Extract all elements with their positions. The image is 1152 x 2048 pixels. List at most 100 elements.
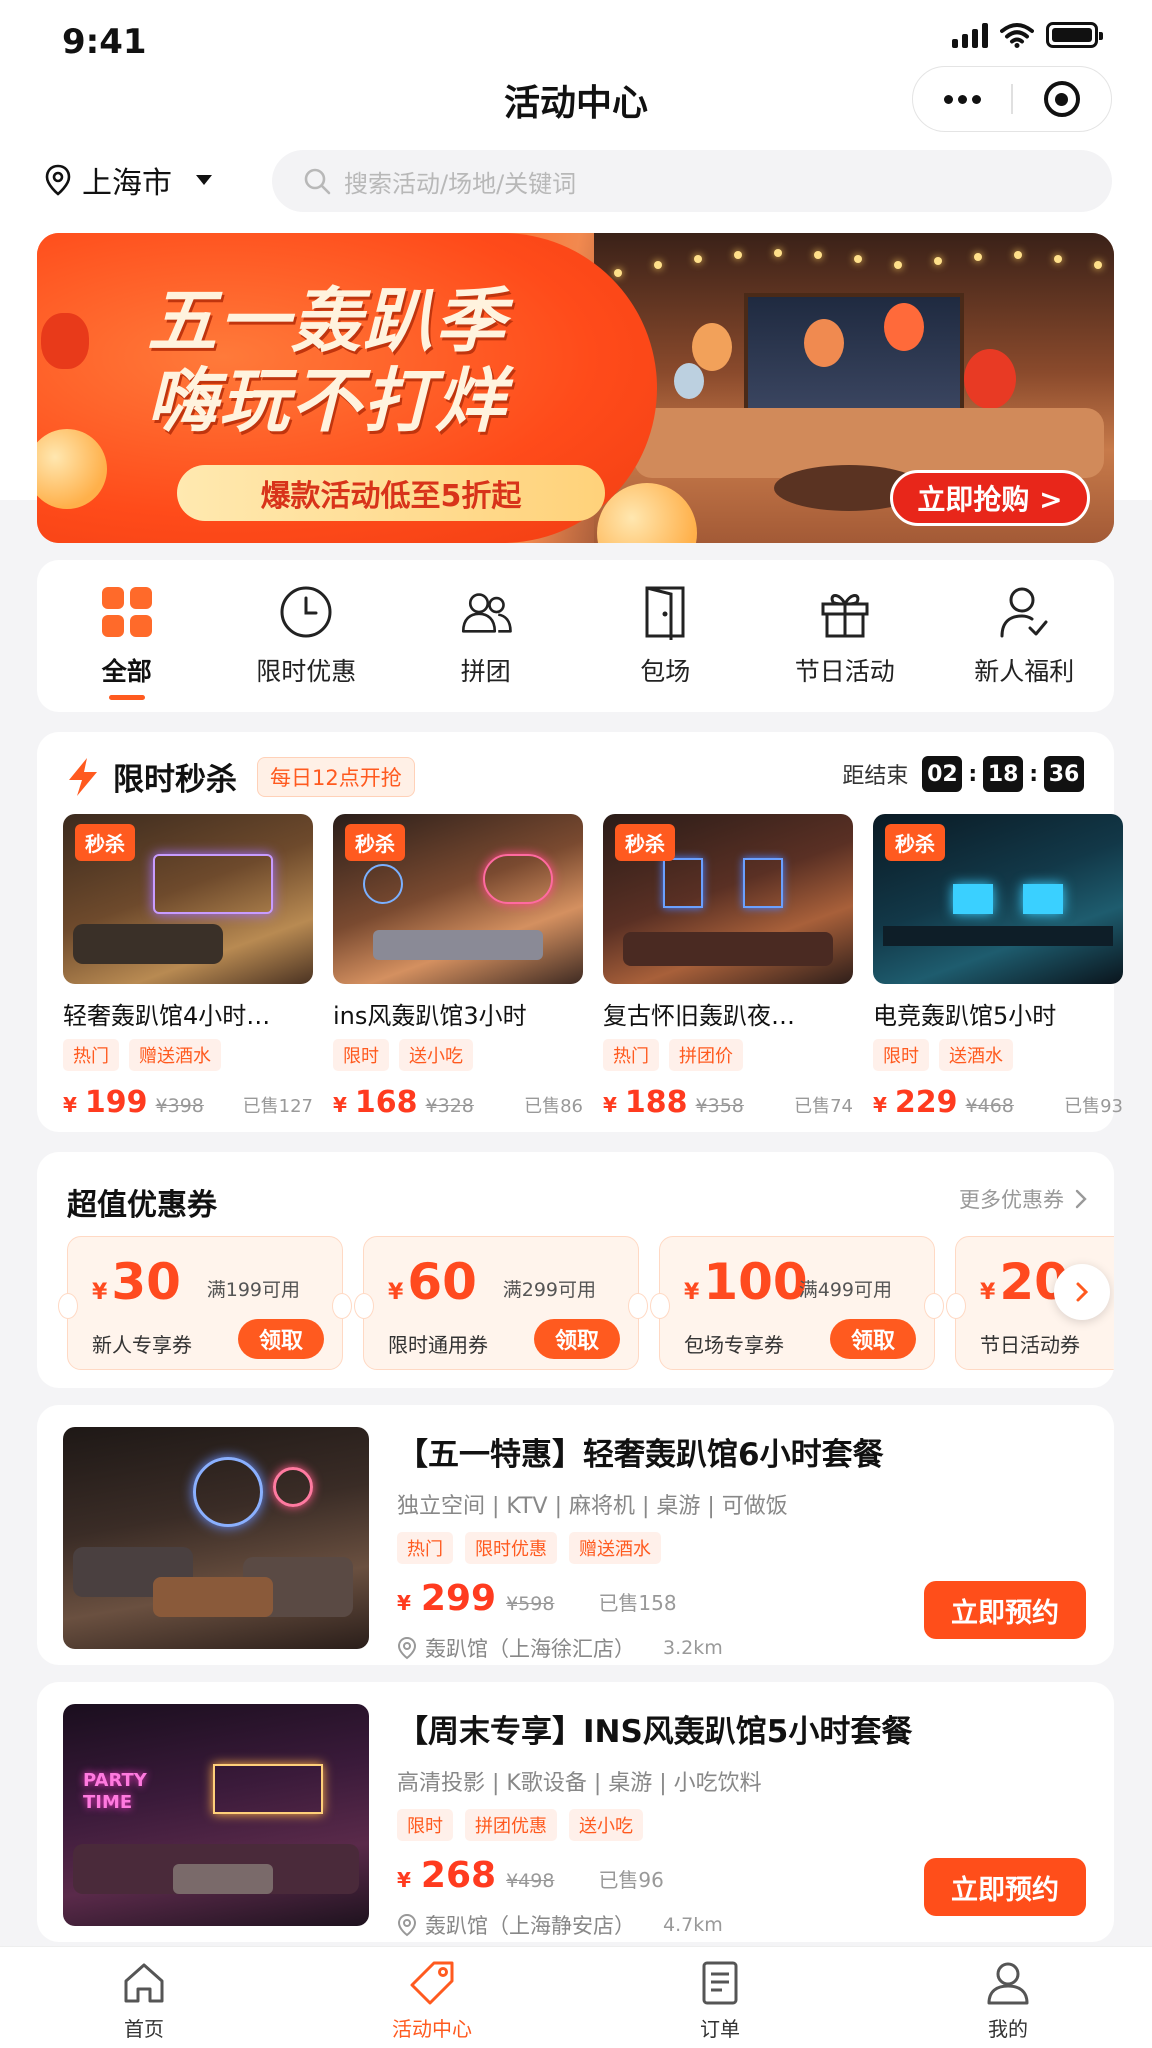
category-label: 拼团 xyxy=(460,657,511,686)
category-private-booking[interactable]: 包场 xyxy=(576,560,756,712)
coupon-amount: ¥60 xyxy=(388,1253,477,1311)
price: 299 xyxy=(420,1578,497,1619)
more-coupons-link[interactable]: 更多优惠券 xyxy=(959,1184,1088,1214)
location-pin-icon xyxy=(397,1913,417,1937)
tab-activity-center[interactable]: 活动中心 xyxy=(288,1947,576,2048)
tab-orders[interactable]: 订单 xyxy=(576,1947,864,2048)
category-group-buy[interactable]: 拼团 xyxy=(396,560,576,712)
tab-home[interactable]: 首页 xyxy=(0,1947,288,2048)
package-title: 【五一特惠】轻奢轰趴馆6小时套餐 xyxy=(397,1437,884,1473)
coupon-name: 限时通用券 xyxy=(388,1333,488,1357)
balloon xyxy=(884,303,924,351)
door-icon xyxy=(637,584,693,640)
tag: 限时 xyxy=(873,1039,929,1071)
coupon-condition: 满199可用 xyxy=(206,1279,300,1301)
category-nav: 全部 限时优惠 拼团 包场 节日活动 新人福利 xyxy=(37,560,1114,712)
old-price: ¥398 xyxy=(155,1095,204,1117)
countdown-seconds: 36 xyxy=(1044,756,1084,792)
flash-sale-card[interactable]: 秒杀 ins风轰趴馆3小时 限时 送小吃 ¥168 ¥328 已售86 xyxy=(333,814,583,1124)
book-now-button[interactable]: 立即预约 xyxy=(924,1858,1086,1916)
package-card[interactable]: 【五一特惠】轻奢轰趴馆6小时套餐 独立空间 | KTV | 麻将机 | 桌游 |… xyxy=(37,1405,1114,1665)
category-label: 全部 xyxy=(101,657,152,686)
search-icon xyxy=(304,168,331,195)
countdown-label: 距结束 xyxy=(842,764,909,789)
currency-symbol: ¥ xyxy=(603,1093,617,1117)
promo-banner[interactable]: 五一轰趴季 嗨玩不打烊 爆款活动低至5折起 立即抢购 > xyxy=(37,233,1114,543)
group-icon xyxy=(458,584,514,640)
old-price: ¥358 xyxy=(695,1095,744,1117)
tag: 热门 xyxy=(603,1039,659,1071)
city-selector[interactable]: 上海市 xyxy=(44,158,212,202)
tag-icon xyxy=(410,1961,454,2005)
currency-symbol: ¥ xyxy=(333,1093,347,1117)
price-row: ¥188 ¥358 已售74 xyxy=(603,1085,853,1120)
search-input[interactable]: 搜索活动/场地/关键词 xyxy=(272,150,1112,212)
item-tags: 限时 送酒水 xyxy=(873,1039,1123,1071)
clock-icon xyxy=(278,584,334,640)
more-dots-icon xyxy=(943,94,981,104)
flash-sale-card[interactable]: 秒杀 轻奢轰趴馆4小时… 热门 赠送酒水 ¥199 ¥398 已售127 xyxy=(63,814,313,1124)
flash-sale-card[interactable]: 秒杀 复古怀旧轰趴夜… 热门 拼团价 ¥188 ¥358 已售74 xyxy=(603,814,853,1124)
claim-coupon-button[interactable]: 领取 xyxy=(238,1319,324,1359)
coupon-name: 节日活动券 xyxy=(980,1333,1080,1357)
location-pin-icon xyxy=(397,1636,417,1660)
buy-now-button[interactable]: 立即抢购 > xyxy=(890,470,1090,526)
banner-title-line1: 五一轰趴季 xyxy=(147,280,507,362)
coupon-condition: 满499可用 xyxy=(798,1279,892,1301)
close-mini-program-button[interactable] xyxy=(1013,67,1111,131)
category-festival[interactable]: 节日活动 xyxy=(755,560,935,712)
target-icon xyxy=(1043,81,1080,117)
book-now-button[interactable]: 立即预约 xyxy=(924,1581,1086,1639)
currency-symbol: ¥ xyxy=(397,1591,411,1615)
more-button[interactable] xyxy=(913,67,1011,131)
package-card[interactable]: PARTY TIME 【周末专享】INS风轰趴馆5小时套餐 高清投影 | K歌设… xyxy=(37,1682,1114,1942)
flash-sale-header: 限时秒杀 每日12点开抢 xyxy=(65,754,415,799)
coupon-name: 包场专享券 xyxy=(684,1333,784,1357)
search-placeholder: 搜索活动/场地/关键词 xyxy=(344,169,577,198)
currency-symbol: ¥ xyxy=(397,1868,411,1892)
coupon-name: 新人专享券 xyxy=(92,1333,192,1357)
category-label: 包场 xyxy=(640,657,691,686)
flash-sale-card[interactable]: 秒杀 电竞轰趴馆5小时 限时 送酒水 ¥229 ¥468 已售93 xyxy=(873,814,1123,1124)
mini-program-capsule xyxy=(912,66,1112,132)
party-time-sign: PARTY TIME xyxy=(83,1770,147,1813)
wifi-icon xyxy=(1000,23,1034,48)
flash-sale-title: 限时秒杀 xyxy=(113,762,237,798)
countdown-colon: : xyxy=(968,761,978,787)
coupon-scroll-next-button[interactable] xyxy=(1054,1264,1110,1320)
tag: 限时 xyxy=(397,1809,453,1841)
category-new-user[interactable]: 新人福利 xyxy=(935,560,1115,712)
home-icon xyxy=(124,1963,164,2003)
order-icon xyxy=(702,1961,738,2005)
tag: 送酒水 xyxy=(939,1039,1013,1071)
chevron-right-icon xyxy=(1076,1282,1089,1302)
claim-coupon-button[interactable]: 领取 xyxy=(830,1319,916,1359)
location-name: 轰趴馆（上海静安店） xyxy=(425,1914,635,1938)
category-limited-offer[interactable]: 限时优惠 xyxy=(217,560,397,712)
tag: 限时优惠 xyxy=(465,1532,557,1564)
sold-count: 已售74 xyxy=(794,1096,853,1117)
balloon xyxy=(692,323,732,371)
status-time: 9:41 xyxy=(62,22,147,62)
venue-image: 秒杀 xyxy=(63,814,313,984)
claim-coupon-button[interactable]: 领取 xyxy=(534,1319,620,1359)
tab-profile[interactable]: 我的 xyxy=(864,1947,1152,2048)
price: 199 xyxy=(84,1085,148,1120)
coupon-value: 60 xyxy=(407,1253,477,1311)
coupon-section-title: 超值优惠券 xyxy=(67,1188,217,1223)
sold-count: 已售158 xyxy=(598,1591,677,1615)
balloon xyxy=(804,319,844,367)
package-features: 独立空间 | KTV | 麻将机 | 桌游 | 可做饭 xyxy=(397,1494,788,1519)
category-all[interactable]: 全部 xyxy=(37,560,217,712)
city-name: 上海市 xyxy=(82,166,172,201)
item-tags: 热门 赠送酒水 xyxy=(63,1039,313,1071)
flash-badge: 秒杀 xyxy=(885,824,945,861)
string-lights xyxy=(614,247,1104,287)
venue-image: PARTY TIME xyxy=(63,1704,369,1926)
price-row: ¥168 ¥328 已售86 xyxy=(333,1085,583,1120)
chevron-right-icon xyxy=(1075,1189,1087,1209)
package-tags: 限时 拼团优惠 送小吃 xyxy=(397,1809,1086,1841)
tag: 热门 xyxy=(397,1532,453,1564)
sold-count: 已售96 xyxy=(598,1868,664,1892)
flash-badge: 秒杀 xyxy=(75,824,135,861)
